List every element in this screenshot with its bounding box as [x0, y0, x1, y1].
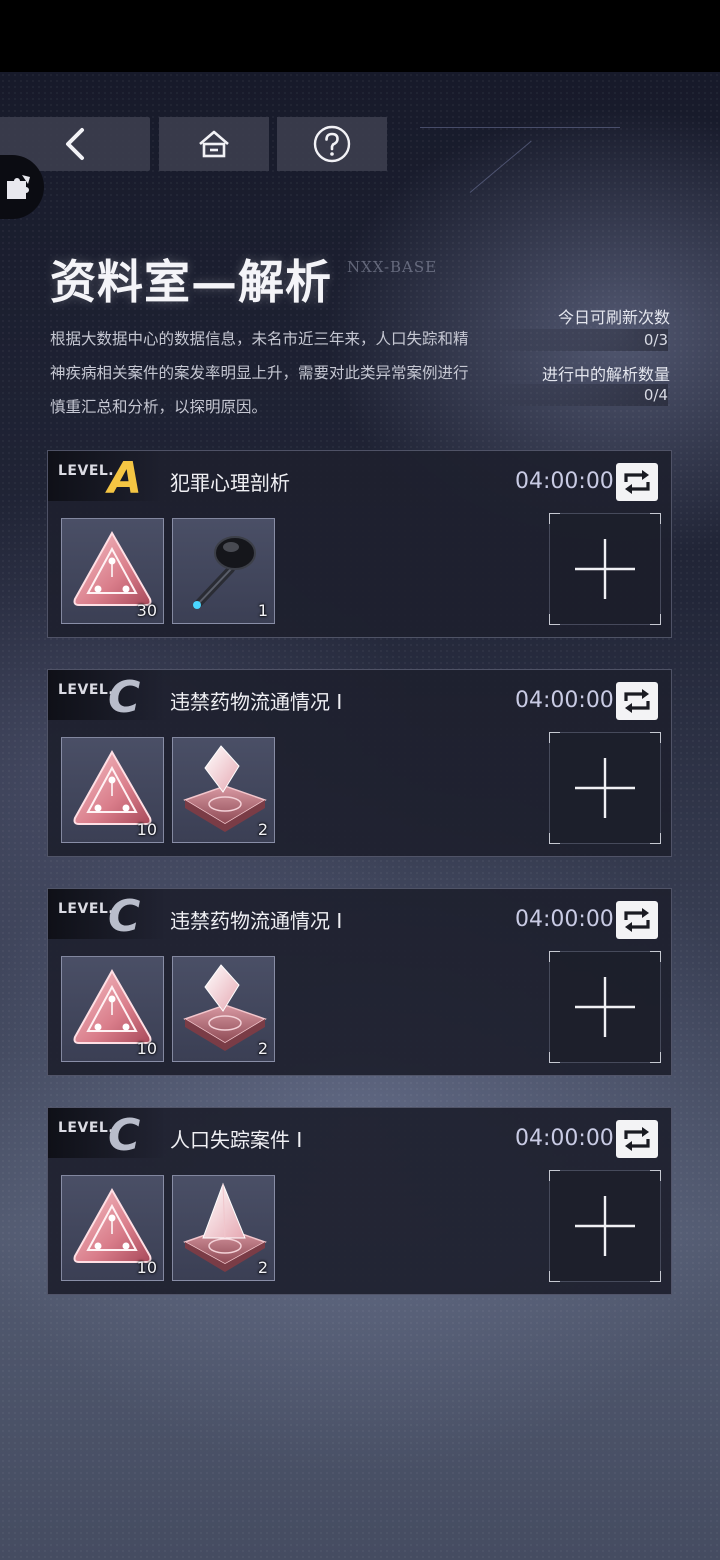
level-badge: LEVEL. C — [48, 1108, 163, 1161]
refresh-case-button[interactable] — [616, 901, 658, 939]
level-letter: C — [108, 891, 141, 942]
refresh-icon — [624, 689, 650, 713]
home-button[interactable] — [159, 117, 269, 171]
refresh-icon — [624, 908, 650, 932]
page-title-tag: NXX-BASE — [347, 258, 438, 276]
material-count: 30 — [136, 601, 157, 620]
chevron-left-icon — [66, 128, 84, 160]
level-letter: A — [108, 453, 143, 504]
case-title: 犯罪心理剖析 — [170, 471, 290, 495]
material-slot[interactable]: 10 — [61, 1175, 164, 1281]
refresh-case-button[interactable] — [616, 463, 658, 501]
refresh-count-label: 今日可刷新次数 — [557, 308, 670, 327]
material-count: 10 — [136, 820, 157, 839]
plus-icon — [575, 539, 635, 599]
add-investigator-slot[interactable] — [549, 513, 661, 625]
material-count: 2 — [257, 1039, 268, 1058]
level-badge: LEVEL. C — [48, 670, 163, 723]
material-count: 1 — [257, 601, 268, 620]
plus-icon — [575, 758, 635, 818]
plus-icon — [575, 1196, 635, 1256]
material-slot[interactable]: 2 — [172, 1175, 275, 1281]
case-card-1[interactable]: LEVEL. A 犯罪心理剖析 04:00:00 30 1 — [47, 450, 672, 638]
refresh-case-button[interactable] — [616, 682, 658, 720]
level-word: LEVEL. — [58, 901, 115, 917]
material-slot[interactable]: 2 — [172, 956, 275, 1062]
level-letter: C — [108, 672, 141, 723]
case-title: 违禁药物流通情况 Ⅰ — [170, 690, 343, 714]
case-timer: 04:00:00 — [515, 907, 614, 932]
material-slot[interactable]: 1 — [172, 518, 275, 624]
page-title: 资料室—解析 — [50, 255, 332, 309]
material-count: 10 — [136, 1258, 157, 1277]
case-title: 人口失踪案件 Ⅰ — [170, 1128, 303, 1152]
home-icon — [199, 130, 229, 158]
refresh-count-value: 0/3 — [488, 329, 668, 351]
level-badge: LEVEL. C — [48, 889, 163, 942]
level-word: LEVEL. — [58, 463, 115, 479]
active-count-label: 进行中的解析数量 — [541, 365, 670, 384]
level-word: LEVEL. — [58, 1120, 115, 1136]
material-count: 2 — [257, 1258, 268, 1277]
question-circle-icon — [313, 125, 351, 163]
material-slot[interactable]: 10 — [61, 737, 164, 843]
add-investigator-slot[interactable] — [549, 951, 661, 1063]
material-slot[interactable]: 30 — [61, 518, 164, 624]
case-timer: 04:00:00 — [515, 469, 614, 494]
refresh-icon — [624, 470, 650, 494]
plus-icon — [575, 977, 635, 1037]
page-description: 根据大数据中心的数据信息，未名市近三年来，人口失踪和精神疾病相关案件的案发率明显… — [50, 330, 469, 416]
puzzle-icon — [7, 175, 30, 199]
case-card-3[interactable]: LEVEL. C 违禁药物流通情况 Ⅰ 04:00:00 10 2 — [47, 888, 672, 1076]
case-card-2[interactable]: LEVEL. C 违禁药物流通情况 Ⅰ 04:00:00 10 2 — [47, 669, 672, 857]
case-card-4[interactable]: LEVEL. C 人口失踪案件 Ⅰ 04:00:00 10 2 — [47, 1107, 672, 1295]
material-slot[interactable]: 10 — [61, 956, 164, 1062]
help-button[interactable] — [277, 117, 387, 171]
add-investigator-slot[interactable] — [549, 1170, 661, 1282]
case-timer: 04:00:00 — [515, 688, 614, 713]
level-word: LEVEL. — [58, 682, 115, 698]
material-slot[interactable]: 2 — [172, 737, 275, 843]
material-count: 10 — [136, 1039, 157, 1058]
refresh-icon — [624, 1127, 650, 1151]
material-count: 2 — [257, 820, 268, 839]
active-count-value: 0/4 — [488, 384, 668, 406]
case-timer: 04:00:00 — [515, 1126, 614, 1151]
case-title: 违禁药物流通情况 Ⅰ — [170, 909, 343, 933]
level-badge: LEVEL. A — [48, 451, 163, 504]
refresh-case-button[interactable] — [616, 1120, 658, 1158]
level-letter: C — [108, 1110, 141, 1161]
status-bar — [0, 0, 720, 72]
add-investigator-slot[interactable] — [549, 732, 661, 844]
